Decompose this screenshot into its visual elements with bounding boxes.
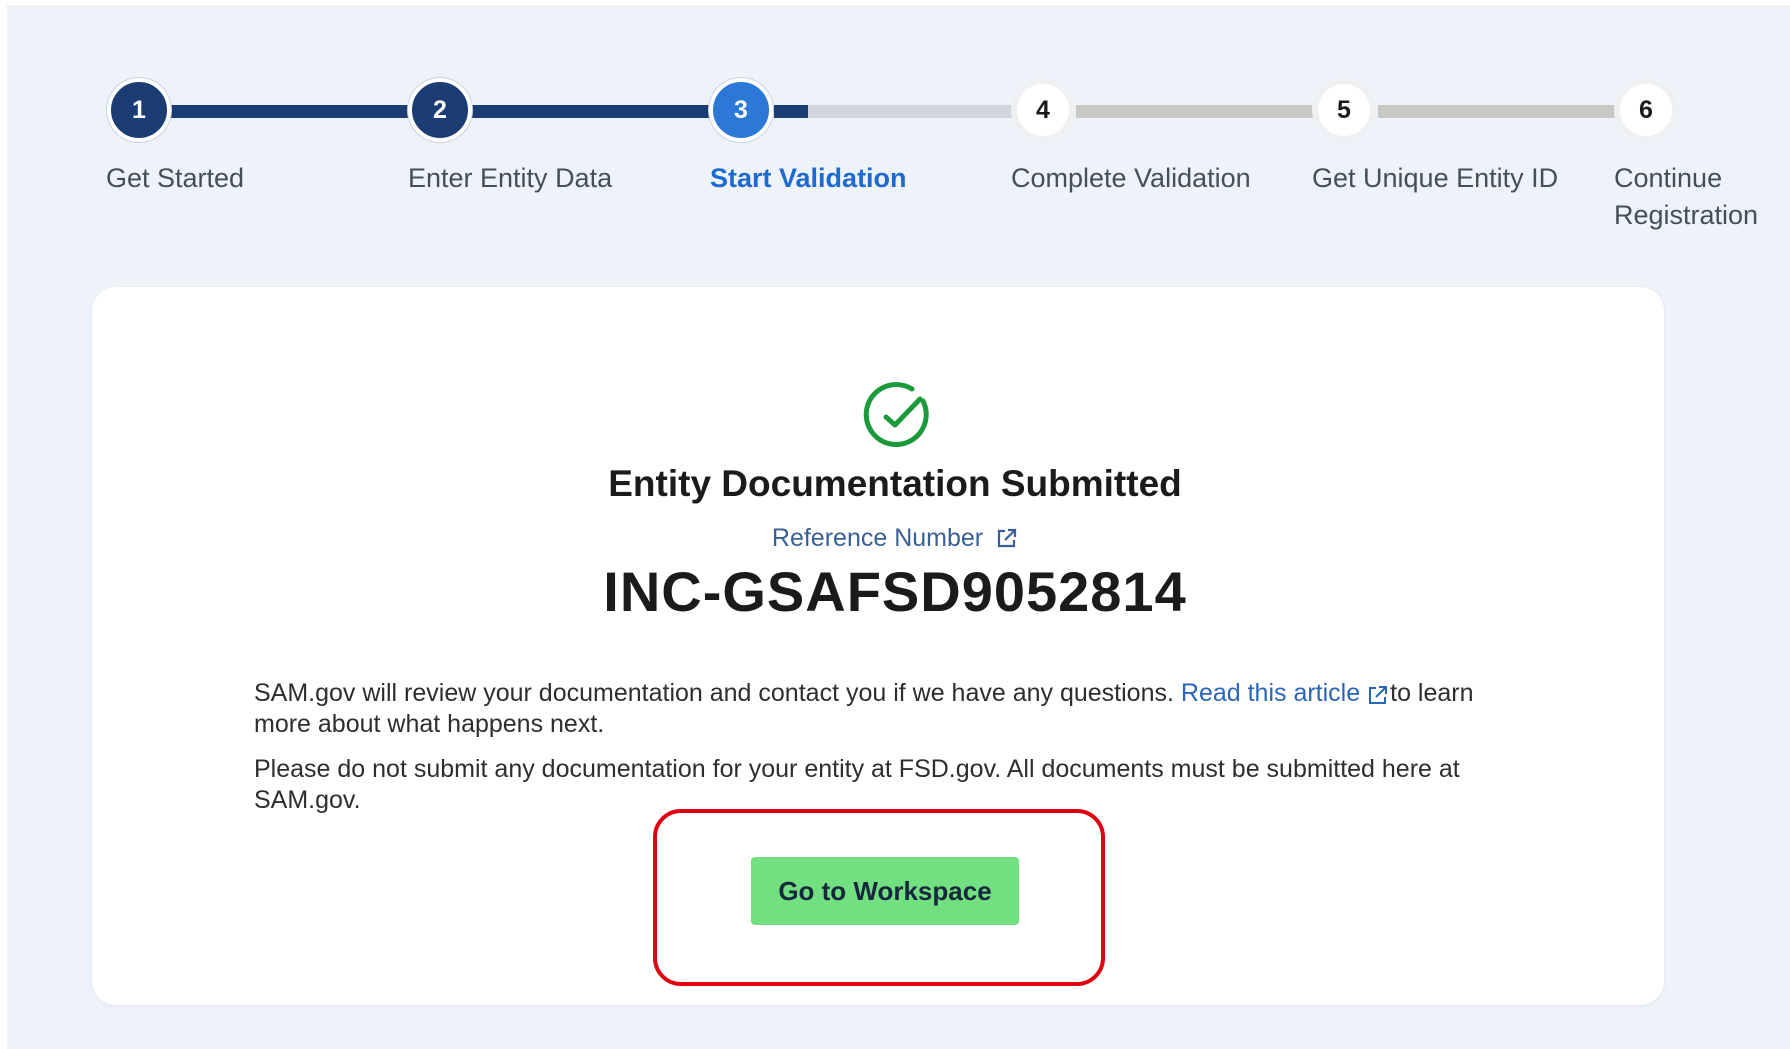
step-6-number: 6: [1639, 95, 1653, 124]
step-1-label: Get Started: [106, 163, 245, 193]
step-3-label: Start Validation: [710, 163, 907, 193]
step-6-label-line-2: Registration: [1614, 200, 1759, 230]
step-connector-1-2: [170, 105, 435, 118]
external-link-icon[interactable]: [996, 527, 1018, 549]
step-6-label-line-1: Continue: [1614, 163, 1723, 193]
step-6-circle: 6: [1614, 78, 1678, 142]
reference-number-label[interactable]: Reference Number: [772, 524, 983, 553]
step-2-label: Enter Entity Data: [408, 163, 613, 193]
external-link-icon[interactable]: [1368, 685, 1388, 705]
step-1-number: 1: [132, 95, 146, 124]
step-connector-2-3: [472, 105, 737, 118]
step-3-number: 3: [734, 95, 748, 124]
step-connector-5-6: [1378, 105, 1644, 118]
read-article-link[interactable]: Read this article: [1181, 679, 1360, 707]
confirmation-title: Entity Documentation Submitted: [608, 463, 1182, 504]
check-circle-icon: [863, 382, 929, 447]
reference-number-value: INC-GSAFSD9052814: [603, 560, 1187, 623]
review-message-text: SAM.gov will review your documentation a…: [254, 679, 1181, 707]
submission-notice: Please do not submit any documentation f…: [254, 755, 1460, 814]
step-1-circle: 1: [107, 78, 171, 142]
step-4-label: Complete Validation: [1011, 163, 1251, 193]
registration-stepper: 1 Get Started 2 Enter Entity Data 3 Star…: [0, 0, 1790, 250]
go-to-workspace-button[interactable]: Go to Workspace: [751, 857, 1019, 925]
step-2-number: 2: [433, 95, 447, 124]
reference-number-link[interactable]: Reference Number: [0, 523, 1790, 553]
step-5-label: Get Unique Entity ID: [1312, 163, 1559, 193]
review-message: SAM.gov will review your documentation a…: [254, 678, 1514, 740]
step-2-circle: 2: [408, 78, 472, 142]
step-5-number: 5: [1337, 95, 1351, 124]
step-3-circle: 3: [709, 78, 773, 142]
step-5-circle: 5: [1312, 78, 1376, 142]
step-4-number: 4: [1036, 95, 1050, 124]
step-connector-4-5: [1076, 105, 1342, 118]
step-4-circle: 4: [1011, 78, 1075, 142]
step-6-label: Continue Registration: [1614, 160, 1758, 234]
step-connector-3-4: [774, 105, 1040, 118]
